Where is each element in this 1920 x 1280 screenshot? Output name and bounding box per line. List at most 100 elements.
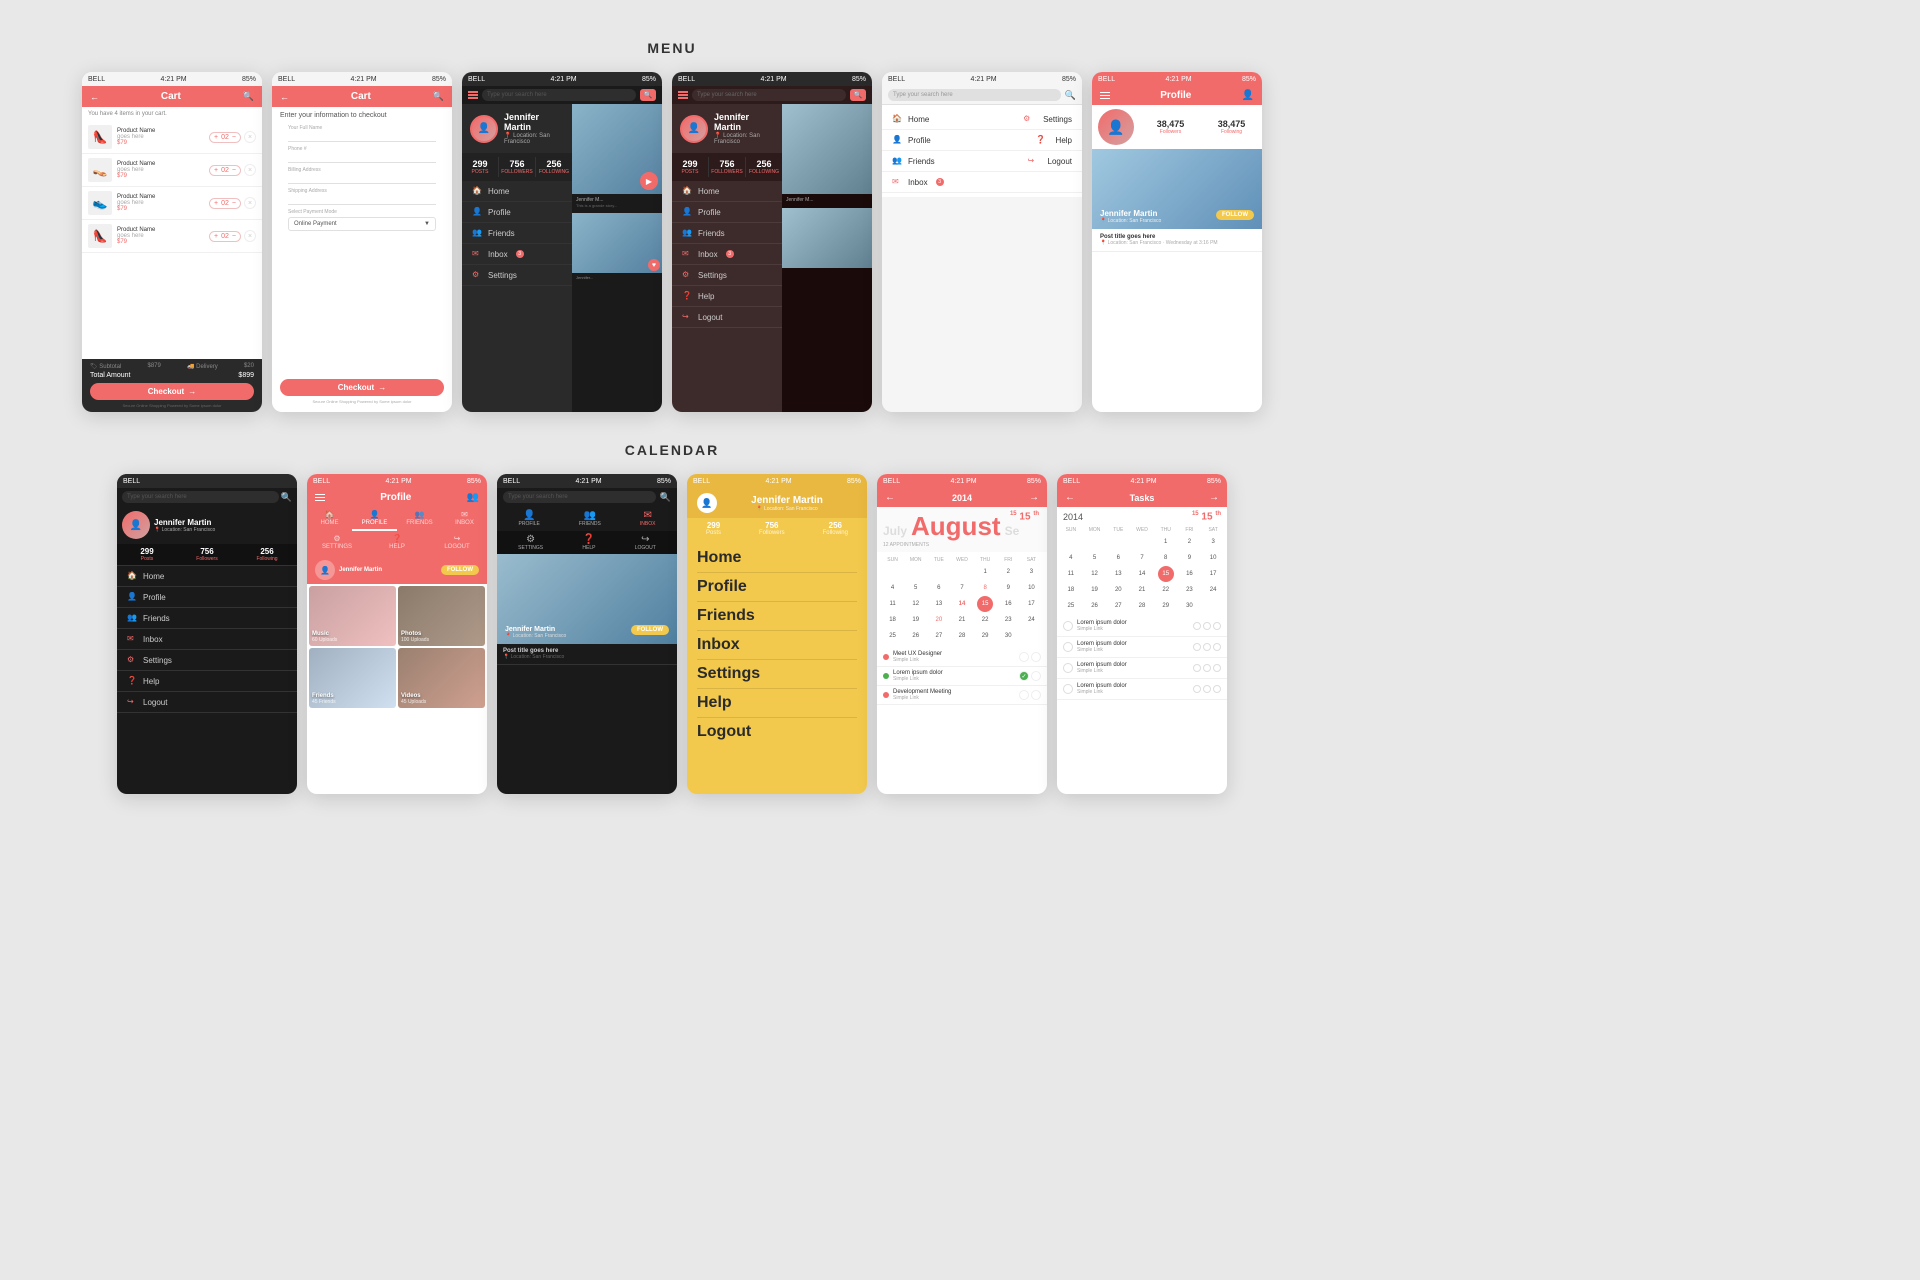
shipping-input[interactable] <box>288 195 436 205</box>
play-btn[interactable]: ▶ <box>636 168 662 194</box>
task-action-btn[interactable] <box>1203 664 1211 672</box>
follow-btn-8[interactable]: FOLLOW <box>441 565 479 575</box>
hamburger-icon-6[interactable] <box>1100 92 1110 100</box>
hamburger-icon-4[interactable] <box>678 91 688 99</box>
cart-item-qty[interactable]: + 02 − <box>209 132 241 143</box>
search-icon-9[interactable]: 🔍 <box>660 492 671 503</box>
sidebar-item-logout-7[interactable]: ↪ Logout <box>117 692 297 713</box>
sidebar-item-profile-4[interactable]: 👤 Profile <box>672 202 782 223</box>
media-photos[interactable]: Photos 100 Uploads <box>398 586 485 646</box>
tab-logout-8[interactable]: ↪ LOGOUT <box>427 531 487 553</box>
search-input-4[interactable]: Type your search here <box>692 89 846 101</box>
yellow-menu-settings[interactable]: Settings <box>697 660 857 689</box>
sidebar-item-settings-7[interactable]: ⚙ Settings <box>117 650 297 671</box>
checkout-button[interactable]: Checkout → <box>90 383 254 400</box>
sidebar-item-friends[interactable]: 👥 Friends <box>462 223 572 244</box>
remove-item-btn[interactable]: × <box>244 164 256 176</box>
hamburger-icon-8[interactable] <box>315 494 325 502</box>
task-action-btn[interactable] <box>1193 643 1201 651</box>
task-action-btn[interactable] <box>1213 664 1221 672</box>
cal-next-btn[interactable]: → <box>1029 492 1039 503</box>
yellow-menu-home[interactable]: Home <box>697 544 857 573</box>
task-action-btn[interactable] <box>1213 622 1221 630</box>
tab-settings-8[interactable]: ⚙ SETTINGS <box>307 531 367 553</box>
sidebar-item-help-7[interactable]: ❓ Help <box>117 671 297 692</box>
task-check-4[interactable] <box>1063 684 1073 694</box>
heart-button[interactable]: ♥ <box>648 259 660 271</box>
appt-action[interactable] <box>1031 671 1041 681</box>
search-input-7[interactable]: Type your search here <box>122 491 279 503</box>
tab-profile-8[interactable]: 👤 PROFILE <box>352 507 397 531</box>
nav-help-9[interactable]: ❓ HELP <box>582 534 595 551</box>
light-menu-profile[interactable]: 👤 Profile ❓ Help <box>882 130 1082 151</box>
nav-friends-9[interactable]: 👥 FRIENDS <box>579 510 601 527</box>
sidebar-item-home-4[interactable]: 🏠 Home <box>672 181 782 202</box>
task-action-btn[interactable] <box>1193 685 1201 693</box>
sidebar-item-profile[interactable]: 👤 Profile <box>462 202 572 223</box>
task-check-1[interactable] <box>1063 621 1073 631</box>
task-check-3[interactable] <box>1063 663 1073 673</box>
sidebar-item-friends-4[interactable]: 👥 Friends <box>672 223 782 244</box>
cart-item-qty[interactable]: + 02 − <box>209 231 241 242</box>
remove-item-btn[interactable]: × <box>244 230 256 242</box>
search-icon[interactable]: 🔍 <box>243 91 254 102</box>
follow-btn-6[interactable]: FOLLOW <box>1216 203 1254 221</box>
tasks-prev-btn[interactable]: ← <box>1065 492 1075 503</box>
media-friends[interactable]: Friends 45 Friends <box>309 648 396 708</box>
cal-prev-btn[interactable]: ← <box>885 492 895 503</box>
tasks-next-btn[interactable]: → <box>1209 492 1219 503</box>
task-action-btn[interactable] <box>1213 643 1221 651</box>
tab-friends-8[interactable]: 👥 FRIENDS <box>397 507 442 531</box>
sidebar-item-logout-4[interactable]: ↪ Logout <box>672 307 782 328</box>
search-btn-4[interactable]: 🔍 <box>850 89 866 101</box>
appt-action[interactable] <box>1031 690 1041 700</box>
search-input-9[interactable]: Type your search here <box>503 491 656 503</box>
appt-action[interactable] <box>1019 652 1029 662</box>
nav-logout-9[interactable]: ↪ LOGOUT <box>635 534 656 551</box>
task-check-2[interactable] <box>1063 642 1073 652</box>
nav-settings-9[interactable]: ⚙ SETTINGS <box>518 534 543 551</box>
light-menu-friends[interactable]: 👥 Friends ↪ Logout <box>882 151 1082 172</box>
yellow-menu-profile[interactable]: Profile <box>697 573 857 602</box>
payment-select[interactable]: Online Payment ▼ <box>288 217 436 231</box>
yellow-menu-logout[interactable]: Logout <box>697 718 857 746</box>
remove-item-btn[interactable]: × <box>244 131 256 143</box>
yellow-menu-friends[interactable]: Friends <box>697 602 857 631</box>
sidebar-item-home-7[interactable]: 🏠 Home <box>117 566 297 587</box>
hamburger-icon[interactable] <box>468 91 478 99</box>
cart-item-qty[interactable]: + 02 − <box>209 165 241 176</box>
tab-home-8[interactable]: 🏠 HOME <box>307 507 352 531</box>
sidebar-item-friends-7[interactable]: 👥 Friends <box>117 608 297 629</box>
task-action-btn[interactable] <box>1203 685 1211 693</box>
media-videos[interactable]: Videos 45 Uploads <box>398 648 485 708</box>
tab-inbox-8[interactable]: ✉ INBOX <box>442 507 487 531</box>
task-action-btn[interactable] <box>1203 643 1211 651</box>
media-music[interactable]: Music 60 Uploads <box>309 586 396 646</box>
task-action-btn[interactable] <box>1213 685 1221 693</box>
search-icon-5[interactable]: 🔍 <box>1065 90 1076 101</box>
search-input-5[interactable]: Type your search here <box>888 89 1061 101</box>
search-icon[interactable]: 🔍 <box>433 91 444 102</box>
task-action-btn[interactable] <box>1193 664 1201 672</box>
search-icon-7[interactable]: 🔍 <box>281 492 292 503</box>
sidebar-item-settings-4[interactable]: ⚙ Settings <box>672 265 782 286</box>
sidebar-item-profile-7[interactable]: 👤 Profile <box>117 587 297 608</box>
yellow-menu-help[interactable]: Help <box>697 689 857 718</box>
remove-item-btn[interactable]: × <box>244 197 256 209</box>
follow-btn-9[interactable]: FOLLOW <box>631 618 669 636</box>
sidebar-item-inbox[interactable]: ✉ Inbox 3 <box>462 244 572 265</box>
search-submit-button[interactable]: 🔍 <box>640 89 656 101</box>
sidebar-item-inbox-4[interactable]: ✉ Inbox 3 <box>672 244 782 265</box>
nav-inbox-9[interactable]: ✉ INBOX <box>640 510 656 527</box>
light-menu-home[interactable]: 🏠 Home ⚙ Settings <box>882 109 1082 130</box>
tab-help-8[interactable]: ❓ HELP <box>367 531 427 553</box>
search-input-field[interactable]: Type your search here <box>482 89 636 101</box>
yellow-menu-inbox[interactable]: Inbox <box>697 631 857 660</box>
appt-done[interactable]: ✓ <box>1019 671 1029 681</box>
full-name-input[interactable] <box>288 132 436 142</box>
nav-profile-9[interactable]: 👤 PROFILE <box>519 510 540 527</box>
checkout-submit-button[interactable]: Checkout → <box>280 379 444 396</box>
task-action-btn[interactable] <box>1193 622 1201 630</box>
appt-action[interactable] <box>1019 690 1029 700</box>
sidebar-item-help-4[interactable]: ❓ Help <box>672 286 782 307</box>
